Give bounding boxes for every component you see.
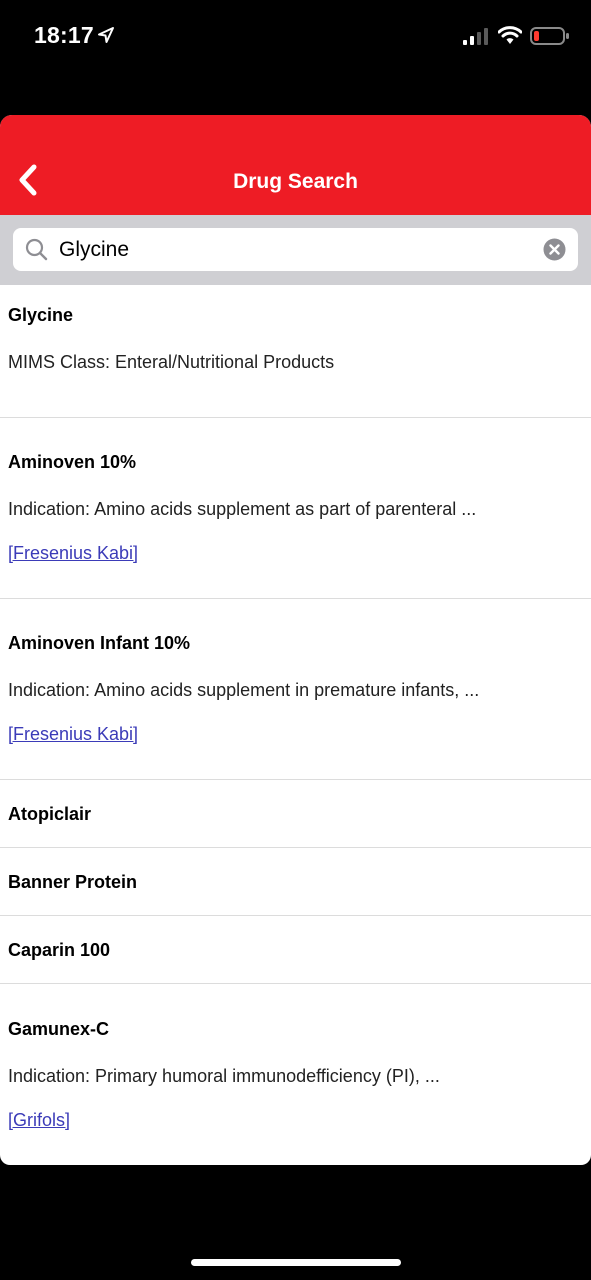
search-box[interactable] <box>13 228 578 271</box>
search-input[interactable] <box>59 228 529 271</box>
result-description: Indication: Amino acids supplement as pa… <box>8 499 477 519</box>
clear-icon[interactable] <box>543 238 566 261</box>
search-bar-area <box>0 215 591 285</box>
home-indicator[interactable] <box>191 1259 401 1266</box>
result-item-glycine[interactable]: Glycine MIMS Class: Enteral/Nutritional … <box>0 304 591 418</box>
result-description: Indication: Primary humoral immunodeffic… <box>8 1066 440 1086</box>
manufacturer-link[interactable]: [Fresenius Kabi] <box>8 723 138 745</box>
status-time: 18:17 <box>34 22 94 48</box>
result-item-caparin[interactable]: Caparin 100 <box>0 916 591 984</box>
result-name: Aminoven Infant 10% <box>8 633 191 653</box>
phone-screen: 18:17 Drug Search Glycine Glycine MIMS C… <box>0 0 591 1280</box>
result-item-banner-protein[interactable]: Banner Protein <box>0 848 591 916</box>
manufacturer-link[interactable]: [Fresenius Kabi] <box>8 542 138 564</box>
cellular-signal-icon <box>463 28 488 45</box>
result-name: Gamunex-C <box>8 1019 110 1039</box>
battery-low-icon <box>530 27 569 45</box>
wifi-icon <box>498 26 522 44</box>
result-name: Aminoven 10% <box>8 452 137 472</box>
result-name: Glycine <box>8 305 74 325</box>
result-description: MIMS Class: Enteral/Nutritional Products <box>8 352 335 372</box>
result-name: Banner Protein <box>8 872 138 892</box>
result-item-gamunex[interactable]: Gamunex-C Indication: Primary humoral im… <box>0 984 591 1131</box>
navigation-bar: Drug Search <box>0 115 591 215</box>
result-description: Indication: Amino acids supplement in pr… <box>8 680 480 700</box>
results-list: Glycine MIMS Class: Enteral/Nutritional … <box>0 285 591 1131</box>
status-bar: 18:17 <box>0 0 591 72</box>
app-card: Drug Search Glycine MIMS Class: Enteral/… <box>0 115 591 1165</box>
result-name: Atopiclair <box>8 804 92 824</box>
location-arrow-icon <box>98 27 114 43</box>
result-item-atopiclair[interactable]: Atopiclair <box>0 780 591 848</box>
result-name: Caparin 100 <box>8 940 111 960</box>
manufacturer-link[interactable]: [Grifols] <box>8 1109 70 1131</box>
page-title: Drug Search <box>233 170 358 193</box>
result-item-aminoven[interactable]: Aminoven 10% Indication: Amino acids sup… <box>0 418 591 599</box>
result-item-aminoven-infant[interactable]: Aminoven Infant 10% Indication: Amino ac… <box>0 599 591 780</box>
search-icon <box>25 238 48 261</box>
